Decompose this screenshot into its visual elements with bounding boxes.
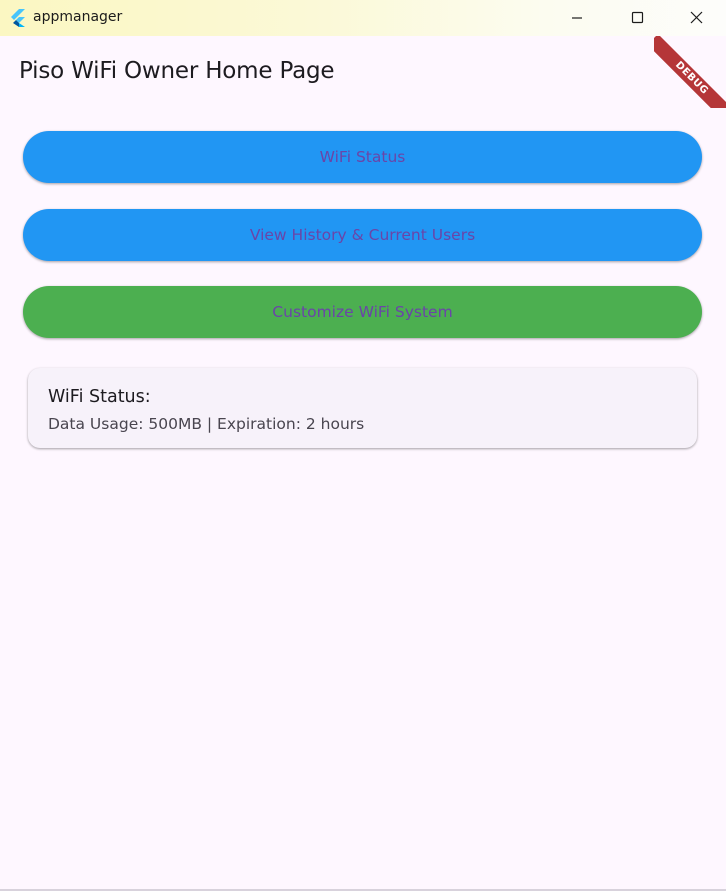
page-title: Piso WiFi Owner Home Page [19,58,335,84]
app-content: Piso WiFi Owner Home Page WiFi Status Vi… [0,36,726,891]
wifi-status-button[interactable]: WiFi Status [23,131,702,183]
status-card-details: Data Usage: 500MB | Expiration: 2 hours [48,415,365,433]
maximize-button[interactable] [614,0,660,36]
wifi-status-card: WiFi Status: Data Usage: 500MB | Expirat… [28,368,697,448]
minimize-button[interactable] [567,0,613,36]
debug-ribbon: DEBUG [654,36,726,108]
close-icon [690,11,703,24]
maximize-icon [631,11,644,24]
close-button[interactable] [673,0,719,36]
flutter-logo-icon [8,8,28,28]
debug-banner: DEBUG [654,36,726,108]
debug-label: DEBUG [672,59,711,97]
minimize-icon [572,17,582,19]
window-title-bar[interactable]: appmanager [0,0,726,36]
window-title: appmanager [33,9,123,25]
status-card-title: WiFi Status: [48,387,151,407]
view-history-button[interactable]: View History & Current Users [23,209,702,261]
customize-wifi-button[interactable]: Customize WiFi System [23,286,702,338]
